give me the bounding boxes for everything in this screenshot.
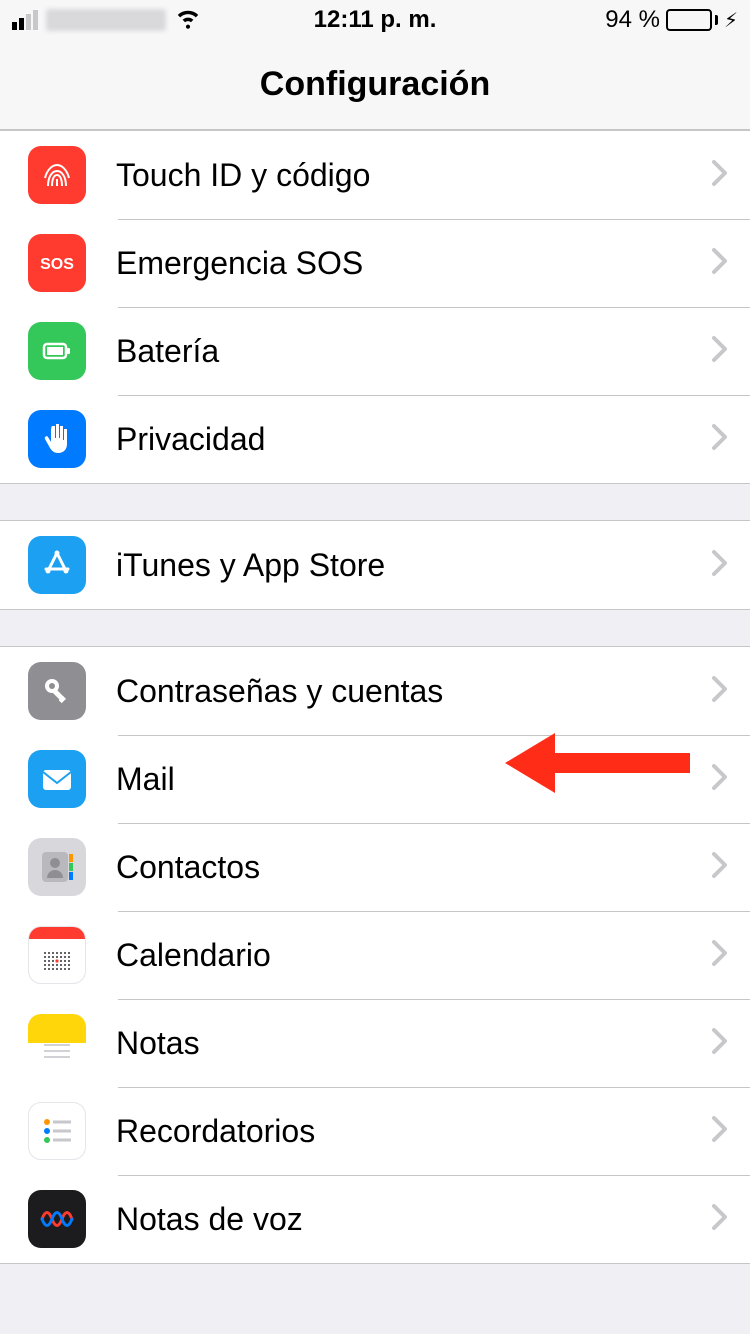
cellular-signal-icon — [12, 10, 38, 30]
chevron-right-icon — [712, 852, 728, 883]
settings-row-label: Recordatorios — [116, 1113, 712, 1150]
settings-row-label: Privacidad — [116, 421, 712, 458]
settings-row-label: Touch ID y código — [116, 157, 712, 194]
reminders-icon — [28, 1102, 86, 1160]
settings-row-touch-id[interactable]: Touch ID y código — [0, 131, 750, 219]
settings-row-label: Calendario — [116, 937, 712, 974]
status-bar: 12:11 p. m. 94 % ⚡︎ — [0, 0, 750, 40]
settings-row-label: iTunes y App Store — [116, 547, 712, 584]
settings-row-contacts[interactable]: Contactos — [0, 823, 750, 911]
contacts-icon — [28, 838, 86, 896]
mail-icon — [28, 750, 86, 808]
fingerprint-icon — [28, 146, 86, 204]
chevron-right-icon — [712, 1116, 728, 1147]
settings-row-label: Notas — [116, 1025, 712, 1062]
status-left — [12, 3, 254, 38]
chevron-right-icon — [712, 336, 728, 367]
notes-icon — [28, 1014, 86, 1072]
chevron-right-icon — [712, 550, 728, 581]
chevron-right-icon — [712, 248, 728, 279]
battery-icon — [28, 322, 86, 380]
status-time: 12:11 p. m. — [254, 6, 496, 34]
settings-row-voicememos[interactable]: Notas de voz — [0, 1175, 750, 1263]
key-icon — [28, 662, 86, 720]
settings-row-label: Emergencia SOS — [116, 245, 712, 282]
settings-group: Contraseñas y cuentas Mail Contactos Calend… — [0, 646, 750, 1264]
nav-header: Configuración — [0, 40, 750, 130]
settings-row-label: Contactos — [116, 849, 712, 886]
settings-row-mail[interactable]: Mail — [0, 735, 750, 823]
chevron-right-icon — [712, 676, 728, 707]
settings-row-notes[interactable]: Notas — [0, 999, 750, 1087]
settings-group: Touch ID y código SOS Emergencia SOS Baterí… — [0, 130, 750, 484]
page-title: Configuración — [260, 65, 490, 104]
svg-text:SOS: SOS — [40, 256, 74, 273]
chevron-right-icon — [712, 1028, 728, 1059]
chevron-right-icon — [712, 940, 728, 971]
settings-row-passwords[interactable]: Contraseñas y cuentas — [0, 647, 750, 735]
chevron-right-icon — [712, 764, 728, 795]
settings-row-battery[interactable]: Batería — [0, 307, 750, 395]
settings-row-sos[interactable]: SOS Emergencia SOS — [0, 219, 750, 307]
chevron-right-icon — [712, 424, 728, 455]
settings-row-label: Contraseñas y cuentas — [116, 673, 712, 710]
settings-row-label: Mail — [116, 761, 712, 798]
settings-row-label: Notas de voz — [116, 1201, 712, 1238]
hand-icon — [28, 410, 86, 468]
status-right: 94 % ⚡︎ — [496, 6, 738, 34]
settings-row-label: Batería — [116, 333, 712, 370]
appstore-icon — [28, 536, 86, 594]
charging-bolt-icon: ⚡︎ — [724, 8, 738, 33]
battery-percent: 94 % — [605, 6, 660, 34]
chevron-right-icon — [712, 160, 728, 191]
calendar-icon — [28, 926, 86, 984]
carrier-label-blurred — [46, 9, 166, 31]
sos-icon: SOS — [28, 234, 86, 292]
settings-row-reminders[interactable]: Recordatorios — [0, 1087, 750, 1175]
settings-group: iTunes y App Store — [0, 520, 750, 610]
settings-row-calendar[interactable]: Calendario — [0, 911, 750, 999]
chevron-right-icon — [712, 1204, 728, 1235]
wifi-icon — [174, 3, 202, 38]
voicememo-icon — [28, 1190, 86, 1248]
battery-icon — [666, 9, 718, 31]
settings-row-appstore[interactable]: iTunes y App Store — [0, 521, 750, 609]
settings-row-privacy[interactable]: Privacidad — [0, 395, 750, 483]
